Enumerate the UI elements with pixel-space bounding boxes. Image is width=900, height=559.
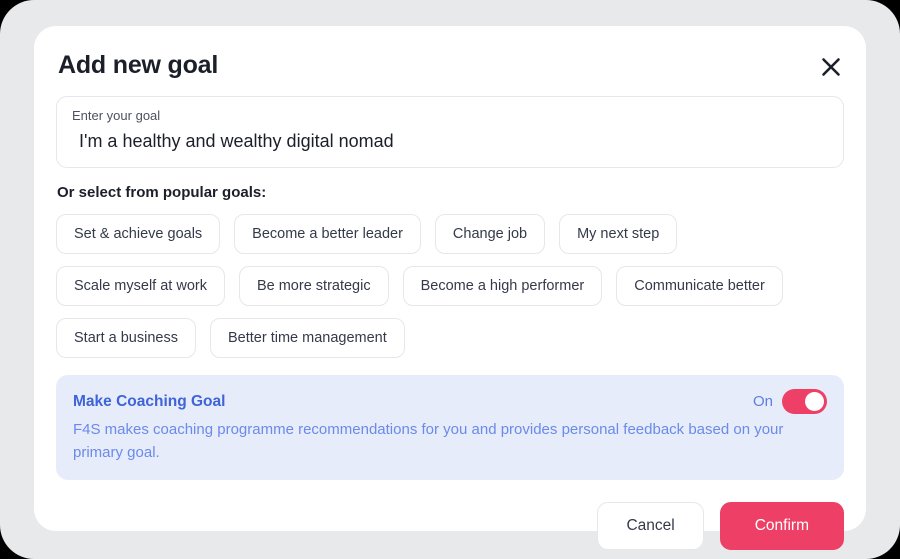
- chip-change-job[interactable]: Change job: [435, 214, 545, 254]
- chip-set-achieve-goals[interactable]: Set & achieve goals: [56, 214, 220, 254]
- dialog-footer: Cancel Confirm: [56, 502, 844, 550]
- popular-goals-chip-list: Set & achieve goals Become a better lead…: [56, 214, 844, 358]
- chip-be-more-strategic[interactable]: Be more strategic: [239, 266, 389, 306]
- goal-input-label: Enter your goal: [71, 108, 829, 124]
- chip-communicate-better[interactable]: Communicate better: [616, 266, 783, 306]
- coaching-toggle-group[interactable]: On: [753, 389, 827, 414]
- coaching-panel-title: Make Coaching Goal: [73, 392, 225, 412]
- close-icon[interactable]: [816, 52, 846, 82]
- page-canvas: Add new goal Enter your goal Or select f…: [0, 0, 900, 559]
- coaching-toggle[interactable]: [782, 389, 827, 414]
- chip-become-a-better-leader[interactable]: Become a better leader: [234, 214, 421, 254]
- coaching-panel-description: F4S makes coaching programme recommendat…: [73, 418, 827, 464]
- chip-better-time-management[interactable]: Better time management: [210, 318, 405, 358]
- toggle-knob: [805, 392, 824, 411]
- cancel-button[interactable]: Cancel: [597, 502, 703, 550]
- chip-scale-myself-at-work[interactable]: Scale myself at work: [56, 266, 225, 306]
- make-coaching-goal-panel: Make Coaching Goal On F4S makes coaching…: [56, 375, 844, 480]
- coaching-toggle-state-label: On: [753, 392, 773, 412]
- goal-input[interactable]: [71, 127, 829, 155]
- popular-goals-label: Or select from popular goals:: [56, 183, 844, 203]
- chip-my-next-step[interactable]: My next step: [559, 214, 677, 254]
- chip-start-a-business[interactable]: Start a business: [56, 318, 196, 358]
- confirm-button[interactable]: Confirm: [720, 502, 844, 550]
- coaching-panel-header: Make Coaching Goal On: [73, 389, 827, 414]
- chip-become-a-high-performer[interactable]: Become a high performer: [403, 266, 603, 306]
- goal-input-field[interactable]: Enter your goal: [56, 96, 844, 168]
- page-title: Add new goal: [56, 50, 218, 80]
- add-new-goal-dialog: Add new goal Enter your goal Or select f…: [34, 26, 866, 531]
- dialog-header: Add new goal: [56, 50, 844, 86]
